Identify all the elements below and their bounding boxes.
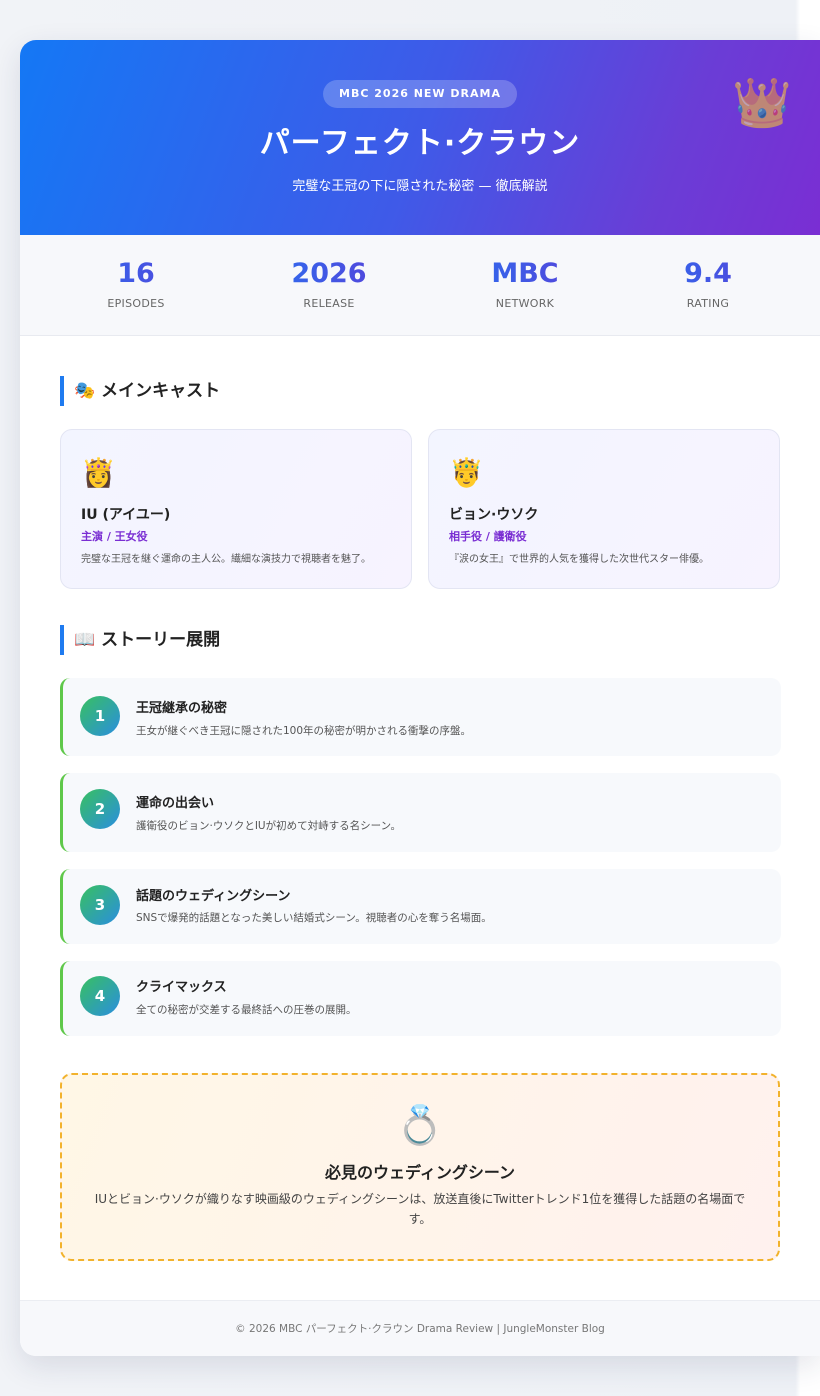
step-number: 4 bbox=[80, 976, 120, 1016]
article-card: MBC 2026 NEW DRAMA 👑 パーフェクト·クラウン 完璧な王冠の下… bbox=[20, 40, 820, 1356]
cast-description: 『涙の女王』で世界的人気を獲得した次世代スター俳優。 bbox=[449, 554, 709, 565]
stat-label: RATING bbox=[686, 297, 730, 310]
step-description: 王女が継ぐべき王冠に隠された100年の秘密が明かされる衝撃の序盤。 bbox=[136, 725, 472, 737]
stat-value: 2026 bbox=[259, 257, 399, 291]
stat-network: MBC NETWORK bbox=[455, 257, 595, 310]
ring-icon: 💍 bbox=[396, 1103, 444, 1147]
footer-text: © 2026 MBC パーフェクト·クラウン Drama Review | Ju… bbox=[235, 1323, 605, 1335]
step-title: 王冠継承の秘密 bbox=[136, 701, 228, 716]
hero-banner: MBC 2026 NEW DRAMA 👑 パーフェクト·クラウン 完璧な王冠の下… bbox=[20, 40, 820, 235]
cast-section-title: 🎭 メインキャスト bbox=[60, 376, 220, 406]
story-section-label: ストーリー展開 bbox=[101, 630, 221, 650]
cast-name: IU (アイユー) bbox=[81, 507, 171, 523]
prince-icon: 🤴 bbox=[449, 456, 484, 489]
stat-rating: 9.4 RATING bbox=[638, 257, 778, 310]
cast-role: 主演 / 王女役 bbox=[81, 530, 148, 543]
step-description: SNSで爆発的話題となった美しい結婚式シーン。視聴者の心を奪う名場面。 bbox=[136, 912, 492, 924]
story-step: 2 運命の出会い 護衛役のビョン·ウソクとIUが初めて対峙する名シーン。 bbox=[60, 773, 781, 852]
cast-name: ビョン·ウソク bbox=[449, 507, 539, 523]
cast-card-iu: 👸 IU (アイユー) 主演 / 王女役 完璧な王冠を継ぐ運命の主人公。繊細な演… bbox=[60, 429, 412, 589]
stat-label: RELEASE bbox=[303, 297, 355, 310]
stat-label: NETWORK bbox=[495, 297, 555, 310]
page-title: パーフェクト·クラウン bbox=[259, 126, 581, 161]
book-icon: 📖 bbox=[74, 630, 96, 650]
stats-bar: 16 EPISODES 2026 RELEASE MBC NETWORK 9.4… bbox=[20, 235, 820, 336]
stat-value: MBC bbox=[455, 257, 595, 291]
step-number: 1 bbox=[80, 696, 120, 736]
theater-mask-icon: 🎭 bbox=[74, 381, 96, 401]
step-number: 3 bbox=[80, 885, 120, 925]
step-description: 全ての秘密が交差する最終話への圧巻の展開。 bbox=[136, 1004, 357, 1016]
cast-section-label: メインキャスト bbox=[101, 381, 221, 401]
step-title: 運命の出会い bbox=[136, 796, 215, 811]
story-section-title: 📖 ストーリー展開 bbox=[60, 625, 220, 655]
page-subtitle: 完璧な王冠の下に隠された秘密 — 徹底解説 bbox=[292, 179, 548, 194]
footer: © 2026 MBC パーフェクト·クラウン Drama Review | Ju… bbox=[20, 1300, 820, 1356]
step-title: クライマックス bbox=[136, 980, 227, 995]
stat-release: 2026 RELEASE bbox=[259, 257, 399, 310]
cast-description: 完璧な王冠を継ぐ運命の主人公。繊細な演技力で視聴者を魅了。 bbox=[81, 554, 371, 565]
stat-label: EPISODES bbox=[107, 297, 165, 310]
highlight-title: 必見のウェディングシーン bbox=[324, 1163, 516, 1182]
stat-episodes: 16 EPISODES bbox=[66, 257, 206, 310]
step-number: 2 bbox=[80, 789, 120, 829]
step-description: 護衛役のビョン·ウソクとIUが初めて対峙する名シーン。 bbox=[136, 820, 401, 832]
story-step: 1 王冠継承の秘密 王女が継ぐべき王冠に隠された100年の秘密が明かされる衝撃の… bbox=[60, 678, 781, 756]
story-step: 4 クライマックス 全ての秘密が交差する最終話への圧巻の展開。 bbox=[60, 961, 781, 1036]
cast-card-byeon: 🤴 ビョン·ウソク 相手役 / 護衛役 『涙の女王』で世界的人気を獲得した次世代… bbox=[428, 429, 780, 589]
cast-role: 相手役 / 護衛役 bbox=[449, 530, 527, 543]
stat-value: 9.4 bbox=[638, 257, 778, 291]
princess-icon: 👸 bbox=[81, 456, 116, 489]
stat-value: 16 bbox=[66, 257, 206, 291]
step-title: 話題のウェディングシーン bbox=[136, 889, 291, 904]
story-step: 3 話題のウェディングシーン SNSで爆発的話題となった美しい結婚式シーン。視聴… bbox=[60, 869, 781, 944]
highlight-description: IUとビョン·ウソクが織りなす映画級のウェディングシーンは、放送直後にTwitt… bbox=[94, 1192, 746, 1226]
wedding-highlight-box: 💍 必見のウェディングシーン IUとビョン·ウソクが織りなす映画級のウェディング… bbox=[60, 1073, 780, 1261]
drama-badge: MBC 2026 NEW DRAMA bbox=[323, 80, 517, 108]
